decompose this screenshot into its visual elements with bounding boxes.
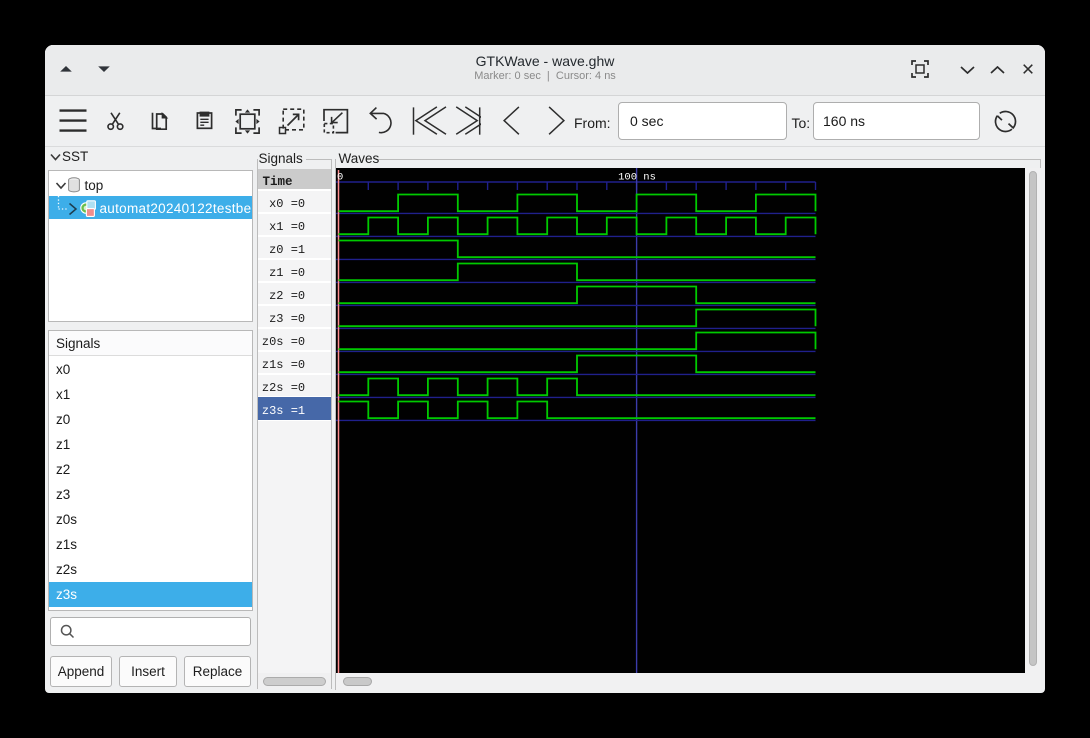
svg-text:100 ns: 100 ns (618, 171, 656, 183)
svg-text:0: 0 (337, 171, 343, 183)
